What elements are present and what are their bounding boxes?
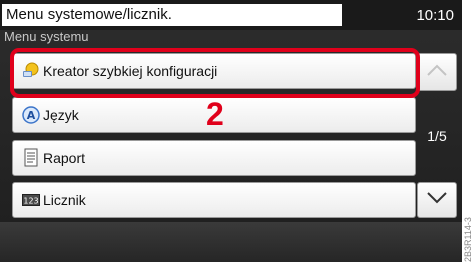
- menu-subtitle: Menu systemu: [4, 30, 89, 44]
- page-indicator: 1/5: [427, 128, 447, 144]
- scroll-up-button[interactable]: [417, 53, 457, 91]
- svg-text:A: A: [27, 109, 36, 122]
- menu-item-report[interactable]: Raport: [12, 140, 416, 176]
- svg-text:123: 123: [23, 197, 38, 206]
- chevron-down-icon: [426, 191, 448, 210]
- chevron-up-icon: [426, 63, 448, 82]
- figure-code: 2B3R114-3: [463, 217, 473, 262]
- title-bar: Menu systemowe/licznik. 10:10: [0, 0, 462, 30]
- language-icon: A: [21, 105, 41, 125]
- scroll-down-button[interactable]: [417, 182, 457, 218]
- menu-item-label: Język: [43, 107, 79, 123]
- screen-title: Menu systemowe/licznik.: [2, 4, 342, 26]
- menu-item-label: Raport: [43, 150, 86, 166]
- step-callout-number: 2: [206, 96, 224, 132]
- menu-item-label: Licznik: [43, 192, 86, 208]
- clock: 10:10: [416, 7, 454, 24]
- menu-item-counter[interactable]: 123 Licznik: [12, 182, 416, 218]
- step-highlight-frame: [10, 48, 420, 98]
- bottom-bar: [0, 222, 462, 262]
- counter-icon: 123: [21, 190, 41, 210]
- report-icon: [21, 148, 41, 168]
- panel-screen: Menu systemowe/licznik. 10:10 Menu syste…: [0, 0, 462, 262]
